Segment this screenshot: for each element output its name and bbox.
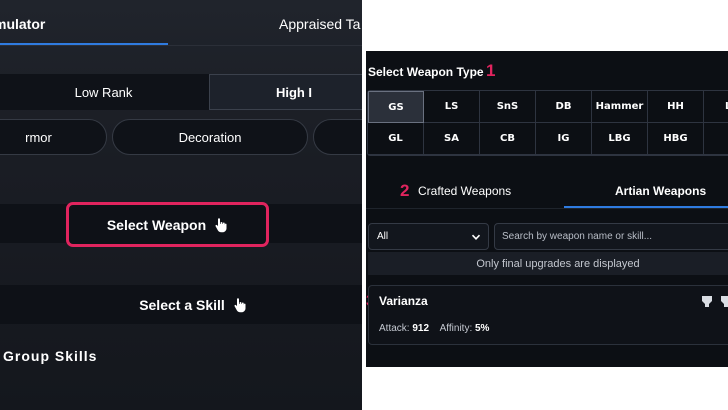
weapon-type-button[interactable]: La: [704, 91, 728, 123]
weapon-type-button[interactable]: GL: [368, 123, 424, 155]
weapon-card[interactable]: Varianza Attack: 912 Affinity: 5%: [368, 285, 728, 345]
equip-tab-partial[interactable]: [313, 119, 362, 155]
weapon-type-button[interactable]: LS: [424, 91, 480, 123]
weapon-type-title: Select Weapon Type: [368, 65, 484, 79]
weapon-search-input[interactable]: Search by weapon name or skill...: [494, 223, 728, 250]
weapon-type-button[interactable]: SnS: [480, 91, 536, 123]
armor-tab[interactable]: rmor: [0, 119, 107, 155]
tab-crafted-weapons[interactable]: Crafted Weapons: [418, 184, 511, 198]
affinity-value: 5%: [475, 323, 490, 334]
weapon-type-button[interactable]: HH: [648, 91, 704, 123]
decoration-tab[interactable]: Decoration: [112, 119, 308, 155]
decoration-slot-icon: [702, 296, 712, 307]
affinity-label: Affinity:: [439, 323, 473, 334]
weapon-type-button[interactable]: IG: [536, 123, 592, 155]
low-rank-button[interactable]: Low Rank: [0, 74, 209, 110]
pointer-hand-icon: [215, 217, 227, 232]
attack-label: Attack:: [379, 323, 410, 334]
weapon-type-button[interactable]: B: [704, 123, 728, 155]
attack-value: 912: [412, 323, 430, 334]
weapon-type-button[interactable]: CB: [480, 123, 536, 155]
weapon-type-button[interactable]: GS: [368, 91, 424, 123]
chevron-down-icon: [471, 234, 481, 240]
select-weapon-button[interactable]: Select Weapon: [66, 202, 269, 247]
step-marker-1: 1: [486, 61, 496, 80]
weapon-type-button[interactable]: HBG: [648, 123, 704, 155]
select-skill-label: Select a Skill: [139, 296, 225, 313]
filter-select-value: All: [377, 231, 389, 242]
tab-simulator[interactable]: mulator: [0, 16, 45, 32]
weapon-type-button[interactable]: Hammer: [592, 91, 648, 123]
weapon-select-panel: Select Weapon Type 1 GSLSSnSDBHammerHHLa…: [366, 0, 728, 410]
select-weapon-label: Select Weapon: [106, 216, 207, 233]
tab-appraised-talismans[interactable]: Appraised Ta: [279, 16, 360, 32]
final-upgrades-note: Only final upgrades are displayed: [368, 252, 728, 275]
weapon-stats: Attack: 912 Affinity: 5%: [379, 323, 489, 334]
tab-artian-weapons[interactable]: Artian Weapons: [615, 184, 706, 198]
weapon-type-button[interactable]: LBG: [592, 123, 648, 155]
weapon-type-grid: GSLSSnSDBHammerHHLa GLSACBIGLBGHBGB: [367, 90, 728, 156]
step-marker-2: 2: [400, 181, 410, 200]
builder-panel: mulator Appraised Ta Low Rank High I rmo…: [0, 0, 362, 410]
subtab-divider: [366, 208, 728, 209]
group-skills-heading: Group Skills: [3, 348, 98, 364]
select-skill-button[interactable]: Select a Skill: [0, 285, 362, 324]
rarity-filter-select[interactable]: All: [368, 223, 489, 250]
tabbar-divider: [0, 45, 362, 46]
decoration-slot-icon: [721, 296, 728, 307]
weapon-name: Varianza: [379, 294, 428, 308]
weapon-type-button[interactable]: SA: [424, 123, 480, 155]
rank-selector: Low Rank High I: [0, 74, 362, 110]
pointer-hand-icon: [234, 297, 246, 312]
decoration-slots: [699, 293, 728, 309]
high-rank-button[interactable]: High I: [209, 74, 362, 110]
weapon-type-button[interactable]: DB: [536, 91, 592, 123]
main-tabbar: mulator Appraised Ta: [0, 0, 362, 46]
